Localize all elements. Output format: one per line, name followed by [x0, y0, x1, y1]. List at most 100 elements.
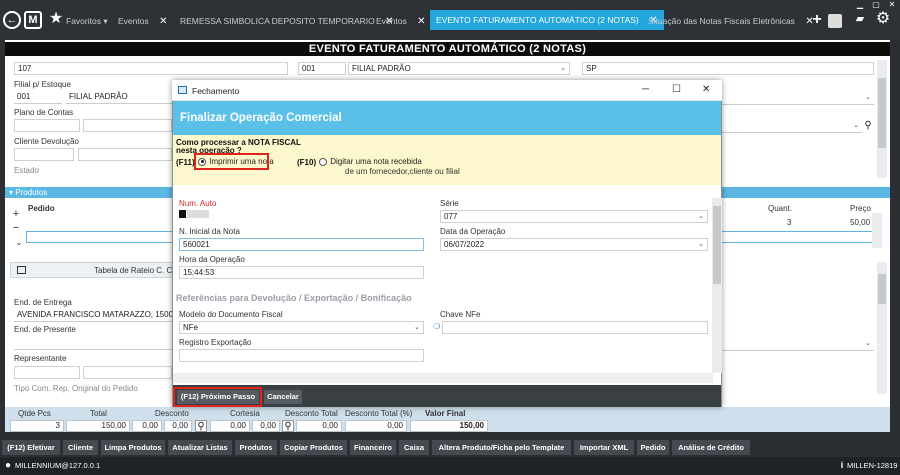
right-dropdown-1[interactable]: ⌄ — [722, 92, 874, 105]
chevron-down-icon: ⌄ — [865, 340, 871, 347]
pedido-button[interactable]: Pedido — [637, 440, 669, 455]
maximize-icon[interactable]: ☐ — [672, 84, 681, 95]
close-icon[interactable]: ✕ — [159, 16, 167, 27]
end-presente-input[interactable] — [14, 337, 172, 350]
cliente-devolucao-code[interactable] — [14, 148, 74, 161]
back-arrow-icon[interactable]: ← — [3, 11, 21, 29]
chave-nfe-input[interactable] — [442, 321, 708, 334]
altera-produto-button[interactable]: Altera Produto/Ficha pelo Template — [432, 440, 571, 455]
scrollbar-thumb[interactable] — [878, 274, 886, 304]
estado-uf-input[interactable]: SP — [582, 62, 874, 75]
plano-contas-value[interactable] — [83, 119, 172, 132]
desconto-value-1[interactable]: 0,00 — [132, 420, 162, 432]
filial-select[interactable]: FILIAL PADRÃO ⌄ — [348, 62, 570, 75]
search-icon[interactable]: ⚲ — [195, 420, 207, 432]
tab-label: EVENTO FATURAMENTO AUTOMÁTICO (2 NOTAS) — [436, 15, 639, 25]
right-dropdown-2[interactable]: ⌄ — [722, 120, 862, 133]
tab-label: Situação das Notas Fiscais Eletrônicas — [648, 16, 795, 26]
cancelar-button[interactable]: Cancelar — [264, 390, 302, 404]
window-close-icon[interactable]: ✕ — [884, 0, 900, 10]
produtos-scrollbar[interactable] — [872, 213, 882, 248]
analise-credito-button[interactable]: Análise de Crédito — [672, 440, 750, 455]
app-logo[interactable]: M — [24, 11, 42, 29]
tab-situacao-notas[interactable]: Situação das Notas Fiscais Eletrônicas ✕ — [648, 12, 814, 30]
radio-icon[interactable] — [319, 157, 327, 166]
dialog-scrollbar[interactable] — [712, 198, 722, 373]
cliente-devolucao-value[interactable] — [78, 148, 172, 161]
filial-code-input[interactable]: 001 — [298, 62, 346, 75]
data-operacao-select[interactable]: 06/07/2022 ⌄ — [440, 238, 708, 251]
plano-contas-code[interactable] — [14, 119, 80, 132]
produtos-button[interactable]: Produtos — [235, 440, 277, 455]
form-scrollbar[interactable] — [877, 60, 887, 178]
desconto-value-2[interactable]: 0,00 — [164, 420, 192, 432]
window-icon — [178, 86, 187, 94]
serie-label: Série — [440, 199, 459, 208]
modelo-select[interactable]: NFe ⌄ — [179, 321, 424, 334]
minimize-icon[interactable]: ▁ — [852, 0, 868, 10]
financeiro-button[interactable]: Financeiro — [350, 440, 396, 455]
add-icon[interactable]: + — [810, 10, 824, 30]
num-auto-field[interactable] — [187, 210, 209, 218]
registro-exportacao-input[interactable] — [179, 349, 424, 362]
scrollbar-thumb[interactable] — [713, 206, 721, 284]
gear-icon[interactable]: ⚙ — [874, 9, 892, 29]
chevron-down-icon: ⌄ — [853, 122, 859, 129]
scrollbar-thumb[interactable] — [878, 78, 886, 148]
hora-operacao-input[interactable]: 15:44:53 — [179, 266, 424, 279]
filial-estoque-code[interactable]: 001 — [14, 91, 62, 104]
num-auto-checkbox[interactable] — [179, 210, 186, 218]
caixa-button[interactable]: Caixa — [399, 440, 429, 455]
remove-row-icon[interactable]: − — [10, 222, 22, 234]
status-bar: ● MILLENNIUM@127.0.0.1 i MILLEN-12819 — [0, 457, 900, 475]
star-icon[interactable]: ★ — [48, 10, 64, 28]
valor-final-value: 150,00 — [410, 420, 488, 432]
close-icon[interactable]: ✕ — [702, 84, 710, 95]
ref-section-title: Referências para Devolução / Exportação … — [176, 293, 412, 303]
cortesia-value-1[interactable]: 0,00 — [210, 420, 250, 432]
info-icon: i — [840, 460, 844, 470]
col-quant: Quant. — [768, 204, 793, 213]
representante-value[interactable] — [83, 366, 172, 379]
tab-eventos-2[interactable]: Eventos ✕ — [376, 12, 425, 30]
copiar-produtos-button[interactable]: Copiar Produtos — [280, 440, 347, 455]
n-inicial-input[interactable]: 560021 — [179, 238, 424, 251]
tab-evento-faturamento[interactable]: EVENTO FATURAMENTO AUTOMÁTICO (2 NOTAS) … — [430, 10, 664, 30]
filial-estoque-value[interactable]: FILIAL PADRÃO — [66, 91, 172, 104]
table-icon — [17, 266, 26, 274]
right-dropdown-3[interactable]: ⌄ — [722, 338, 874, 351]
search-icon[interactable]: ⚲ — [862, 120, 874, 132]
status-user: MILLENNIUM@127.0.0.1 — [15, 461, 101, 470]
modelo-value: NFe — [183, 323, 199, 332]
cliente-button[interactable]: Cliente — [63, 440, 98, 455]
representante-code[interactable] — [14, 366, 80, 379]
limpa-produtos-button[interactable]: Limpa Produtos — [101, 440, 165, 455]
col-pedido: Pedido — [28, 204, 55, 213]
tab-favoritos[interactable]: Favoritos ▾ — [66, 12, 108, 30]
tab-eventos-1[interactable]: Eventos ✕ — [118, 12, 167, 30]
tabela-rateio-button[interactable]: Tabela de Rateio C. Cus — [10, 262, 181, 278]
field-code-input[interactable]: 107 — [14, 62, 288, 75]
radio-digitar-nota[interactable]: Digitar uma nota recebida — [319, 157, 422, 166]
add-row-icon[interactable]: + — [10, 208, 22, 220]
atualizar-listas-button[interactable]: Atualizar Listas — [168, 440, 232, 455]
chevron-down-icon: ⌄ — [698, 213, 704, 220]
efetivar-button[interactable]: (F12) Efetivar — [2, 440, 60, 455]
expand-icon[interactable]: ⌄ — [14, 238, 24, 248]
importar-xml-button[interactable]: Importar XML — [574, 440, 634, 455]
search-icon[interactable]: ⚲ — [282, 420, 294, 432]
close-icon[interactable]: ✕ — [417, 16, 425, 27]
chevron-down-icon: ⌄ — [698, 241, 704, 248]
minimize-icon[interactable]: ─ — [642, 84, 649, 95]
dialog-hscrollbar[interactable] — [173, 373, 713, 383]
maximize-icon[interactable]: ▢ — [868, 0, 884, 10]
end-entrega-input[interactable]: AVENIDA FRANCISCO MATARAZZO, 1500 - 20 — [14, 309, 172, 322]
chart-icon[interactable] — [828, 14, 842, 28]
chat-icon[interactable]: ▰ — [852, 12, 868, 26]
tab-remessa[interactable]: REMESSA SIMBOLICA DEPOSITO TEMPORARIO ✕ — [180, 12, 394, 30]
lower-scrollbar[interactable] — [877, 262, 887, 394]
cortesia-value-2[interactable]: 0,00 — [252, 420, 280, 432]
serie-select[interactable]: 077 ⌄ — [440, 210, 708, 223]
hora-operacao-label: Hora da Operação — [179, 255, 245, 264]
chevron-down-icon: ▾ — [103, 16, 108, 26]
